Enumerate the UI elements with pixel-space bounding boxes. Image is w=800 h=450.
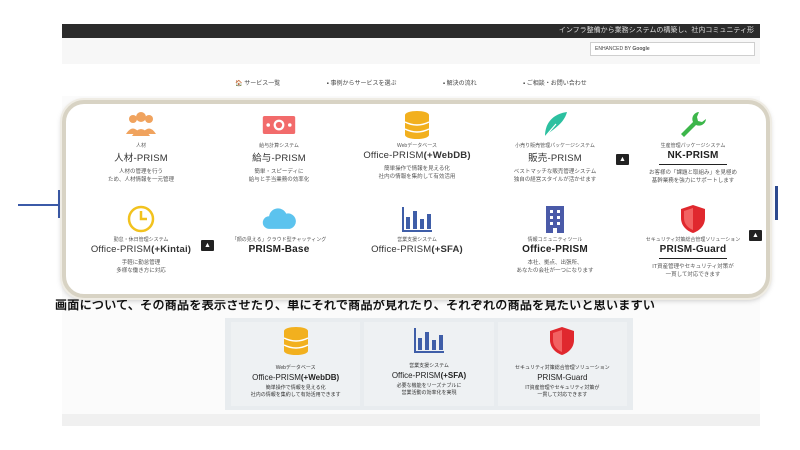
product-name: NK-PRISM [667,150,719,161]
product-category: Webデータベース [275,365,316,371]
product-category: 情報コミュニティツール [527,237,583,243]
product-tile[interactable]: 小売り販売管理パッケージシステム販売-PRISM ベストマッチな販売管理システム … [486,106,624,200]
product-category: 生産管理パッケージシステム [660,143,726,149]
product-tile[interactable]: 営業支援システム Office-PRISM(+SFA) [348,200,486,294]
product-category: 人材 [135,143,146,149]
product-tile[interactable]: 生産管理パッケージシステム NK-PRISM お客様の「課題と取組み」を見極め 基幹… [616,106,762,200]
product-category: 小売り販売管理パッケージシステム [515,143,595,149]
search-prefix: ENHANCED BY [595,46,632,52]
bracket-right [775,186,778,220]
shield-icon [548,326,576,361]
lower-product-tile[interactable]: セキュリティ対策総合管理ソリューション PRISM-Guard IT資産管理やセキュ… [497,322,627,406]
product-category: Webデータベース [397,143,437,149]
scroll-up-button[interactable]: ▲ [749,230,762,241]
product-name: PRISM-Guard [659,244,727,255]
cloud-icon [261,204,297,234]
product-name: 給与-PRISM [252,153,306,164]
people-icon [123,110,159,140]
product-name: 販売-PRISM [528,153,582,164]
bottom-strip [62,414,760,426]
shield-icon [675,204,711,234]
product-tile[interactable]: 勤怠・休日管理システム Office-PRISM(+Kintai) 手軽に勤怠管理 … [72,200,214,294]
product-description: 簡単・スピーディに 給与と手当業務の効率化 [248,169,310,183]
product-tile[interactable]: 給与計算システム給与-PRISM 簡単・スピーディに 給与と手当業務の効率化 [210,106,348,200]
chart-icon [399,204,435,234]
main-nav: 🏠 サービス一覧 ▪ 事例からサービスを選ぶ ▪ 解決の流れ ▪ ご相談・お問い… [62,68,760,96]
nav-item-cases[interactable]: ▪ 事例からサービスを選ぶ [327,78,397,87]
feather-icon [537,110,573,140]
search-brand: Google [632,46,650,52]
product-category: セキュリティ対策総合管理ソリューション [645,237,741,243]
product-grid: 人材 人材-PRISM 人材の管理を行う ため、人材情報を一元管理 給与計算システム給… [72,106,762,294]
product-description: 本社、拠点、出張所、 あなたの会社が一つになります [516,260,594,274]
product-description: 簡単操作で情報を見える化 社内の情報を集約して有効活用できます [250,385,341,398]
database-icon [399,110,435,140]
product-description: IT資産管理やセキュリティ対策が 一貫して対応できます [652,264,734,278]
money-icon [261,110,297,140]
product-name: 人材-PRISM [114,153,168,164]
product-name: Office-PRISM(+SFA) [391,371,467,380]
product-name: PRISM-Guard [537,373,588,382]
bracket-left [58,190,60,218]
product-description: 人材の管理を行う ため、人材情報を一元管理 [107,169,174,183]
building-icon [537,204,573,234]
product-description: 簡単操作で情報を見える化 社内の情報を集約して有効活用 [378,166,456,180]
product-description: お客様の「課題と取組み」を見極め 基幹業務を強力にサポートします [648,170,737,184]
lower-product-tile[interactable]: 営業支援システム Office-PRISM(+SFA) 必要な機能をリーズナブルに … [364,322,494,406]
title-underline [659,258,727,259]
product-description: IT資産管理やセキュリティ対策が 一貫して対応できます [525,385,600,398]
product-description: ベストマッチな販売管理システム 独自の経営スタイルが活かせます [513,169,597,183]
product-category: 営業支援システム [409,363,449,369]
scroll-up-button[interactable]: ▲ [616,154,629,165]
product-description: 必要な機能をリーズナブルに 営業活動の効率化を実現 [396,383,462,396]
product-category: セキュリティ対策総合管理ソリューション [515,365,610,371]
caption-text: 画面について、その商品を表示させたり、単にそれで商品が見れたり、それぞれの商品を… [55,298,656,312]
zoom-overlay: 人材 人材-PRISM 人材の管理を行う ため、人材情報を一元管理 給与計算システム給… [62,100,770,298]
topbar-text: インフラ整備から業務システムの構築し、社内コミュニティ形 [558,27,754,34]
product-tile[interactable]: Webデータベース Office-PRISM(+WebDB) 簡単操作で情報を見える… [348,106,486,200]
product-category: 給与計算システム [259,143,299,149]
product-name: Office-PRISM(+SFA) [371,244,463,255]
product-name: Office-PRISM(+WebDB) [363,150,471,161]
product-category: 「顔の見える」クラウド型チャッティング [231,237,327,243]
product-category: 勤怠・休日管理システム [113,237,169,243]
product-name: PRISM-Base [248,244,310,255]
search-input[interactable]: ENHANCED BY Google [590,42,755,56]
clock-icon [123,204,159,234]
site-topbar: インフラ整備から業務システムの構築し、社内コミュニティ形 [62,24,760,38]
product-description: 手軽に勤怠管理 多様な働き方に対応 [116,260,166,274]
database-icon [281,326,311,361]
product-name: Office-PRISM(+Kintai) [90,244,192,255]
product-name: Office-PRISM(+WebDB) [252,373,340,382]
wrench-icon [675,110,711,140]
product-tile[interactable]: 人材人材-PRISM 人材の管理を行う ため、人材情報を一元管理 [72,106,210,200]
nav-item-services[interactable]: 🏠 サービス一覧 [235,78,280,87]
product-tile[interactable]: 情報コミュニティツール Office-PRISM 本社、拠点、出張所、 あなたの会社… [486,200,624,294]
nav-item-flow[interactable]: ▪ 解決の流れ [443,78,477,87]
nav-item-contact[interactable]: ▪ ご相談・お問い合わせ [523,78,587,87]
chart-icon [413,326,445,359]
lower-tile-row: Webデータベース Office-PRISM(+WebDB) 簡単操作で情報を見える… [225,318,633,410]
title-underline [659,164,727,165]
arrow-line [18,204,60,206]
lower-product-tile[interactable]: Webデータベース Office-PRISM(+WebDB) 簡単操作で情報を見える… [231,322,361,406]
product-category: 営業支援システム [397,237,437,243]
product-tile[interactable]: 「顔の見える」クラウド型チャッティング PRISM-Base [210,200,348,294]
product-name: Office-PRISM [522,244,588,255]
product-tile[interactable]: セキュリティ対策総合管理ソリューション PRISM-Guard IT資産管理やセキュ… [624,200,762,294]
